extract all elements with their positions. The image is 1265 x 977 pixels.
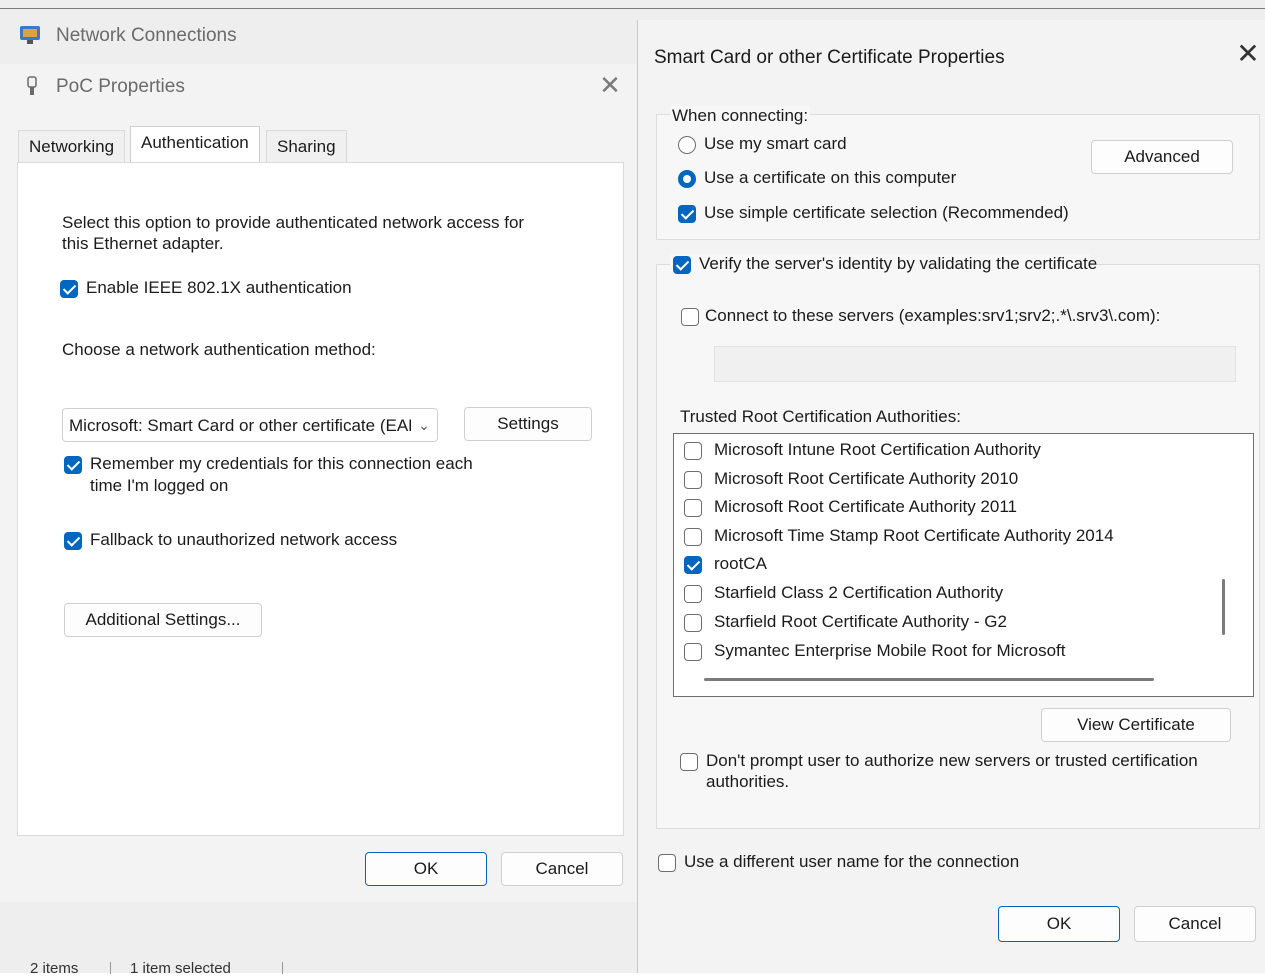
ca-checkbox[interactable] [684,528,702,546]
cancel-button[interactable]: Cancel [1134,906,1256,942]
list-item[interactable]: Microsoft Time Stamp Root Certificate Au… [674,523,1214,551]
tab-networking[interactable]: Networking [18,130,126,163]
settings-button[interactable]: Settings [464,407,592,441]
remember-credentials-checkbox[interactable] [64,456,82,474]
status-divider [282,962,283,974]
when-connecting-label: When connecting: [670,106,811,126]
smartcard-properties-dialog: Smart Card or other Certificate Properti… [637,20,1265,973]
servers-input[interactable] [714,346,1236,382]
dialog-title: Smart Card or other Certificate Properti… [654,47,1005,68]
ca-label: Microsoft Time Stamp Root Certificate Au… [714,526,1114,545]
ca-checkbox[interactable] [684,585,702,603]
list-item[interactable]: Microsoft Intune Root Certification Auth… [674,437,1214,465]
different-user-checkbox[interactable] [658,854,676,872]
ca-checkbox[interactable] [684,471,702,489]
cancel-button[interactable]: Cancel [501,852,623,886]
adapter-icon [27,76,37,95]
list-item[interactable]: Microsoft Root Certificate Authority 201… [674,466,1214,494]
list-item[interactable]: Starfield Class 2 Certification Authorit… [674,580,1214,608]
ca-checkbox[interactable] [684,499,702,517]
dont-prompt-label-line2: authorities. [706,772,790,791]
enable-8021x-label: Enable IEEE 802.1X authentication [86,278,352,297]
use-certificate-label: Use a certificate on this computer [704,168,957,187]
ca-label: Starfield Root Certificate Authority - G… [714,612,1007,631]
simple-selection-label: Use simple certificate selection (Recomm… [704,203,1069,222]
ok-button[interactable]: OK [998,906,1120,942]
additional-settings-button[interactable]: Additional Settings... [64,603,262,637]
vertical-scrollbar[interactable] [1222,579,1225,635]
close-icon[interactable]: ✕ [1236,40,1260,68]
connect-servers-checkbox[interactable] [681,308,699,326]
use-smart-card-radio[interactable] [678,136,696,154]
status-item-count: 2 items [30,960,79,977]
verify-server-checkbox[interactable] [673,256,691,274]
ca-label: Symantec Enterprise Mobile Root for Micr… [714,641,1066,660]
remember-credentials-label-line1: Remember my credentials for this connect… [90,454,473,473]
ca-checkbox[interactable] [684,556,702,574]
ca-label: Microsoft Root Certificate Authority 201… [714,469,1019,488]
list-item[interactable]: Microsoft Root Certificate Authority 201… [674,494,1214,522]
ca-checkbox[interactable] [684,643,702,661]
network-connections-title: Network Connections [56,25,237,46]
use-smart-card-label: Use my smart card [704,134,847,153]
trusted-root-label: Trusted Root Certification Authorities: [680,407,961,426]
ca-checkbox[interactable] [684,442,702,460]
intro-text-line2: this Ethernet adapter. [62,234,224,253]
horizontal-scrollbar[interactable] [704,678,1154,681]
enable-8021x-checkbox[interactable] [60,280,78,298]
ca-label: Microsoft Root Certificate Authority 201… [714,497,1017,516]
auth-method-select[interactable]: Microsoft: Smart Card or other certifica… [62,408,438,442]
close-icon[interactable]: ✕ [599,72,621,98]
chevron-down-icon: ⌄ [411,409,437,441]
simple-selection-checkbox[interactable] [678,205,696,223]
intro-text-line1: Select this option to provide authentica… [62,213,525,232]
fallback-checkbox[interactable] [64,532,82,550]
use-certificate-radio[interactable] [678,170,696,188]
network-connections-icon [20,26,40,44]
tab-authentication[interactable]: Authentication [130,126,260,163]
view-certificate-button[interactable]: View Certificate [1041,708,1231,742]
dialog-title: PoC Properties [56,76,185,97]
window-top-border [0,8,1265,9]
dont-prompt-checkbox[interactable] [680,753,698,771]
list-item[interactable]: Symantec Enterprise Mobile Root for Micr… [674,638,1214,666]
remember-credentials-label-line2: time I'm logged on [90,476,229,495]
poc-properties-dialog: PoC Properties ✕ Networking Authenticati… [0,64,638,902]
verify-server-label: Verify the server's identity by validati… [699,254,1098,273]
list-item[interactable]: Starfield Root Certificate Authority - G… [674,609,1214,637]
status-divider [110,962,111,974]
status-selected-count: 1 item selected [130,960,231,977]
fallback-label: Fallback to unauthorized network access [90,530,398,549]
method-label: Choose a network authentication method: [62,340,376,359]
list-item[interactable]: rootCA [674,551,1214,579]
trusted-root-list[interactable]: Microsoft Intune Root Certification Auth… [673,433,1254,697]
connect-servers-label: Connect to these servers (examples:srv1;… [705,306,1161,325]
ok-button[interactable]: OK [365,852,487,886]
ca-label: Microsoft Intune Root Certification Auth… [714,440,1041,459]
ca-label: rootCA [714,554,767,573]
auth-method-value: Microsoft: Smart Card or other certifica… [69,416,438,435]
authentication-panel: Select this option to provide authentica… [17,162,624,836]
advanced-button[interactable]: Advanced [1091,140,1233,174]
ca-checkbox[interactable] [684,614,702,632]
dont-prompt-label-line1: Don't prompt user to authorize new serve… [706,751,1198,770]
different-user-label: Use a different user name for the connec… [684,852,1020,871]
tab-sharing[interactable]: Sharing [266,130,347,163]
ca-label: Starfield Class 2 Certification Authorit… [714,583,1004,602]
